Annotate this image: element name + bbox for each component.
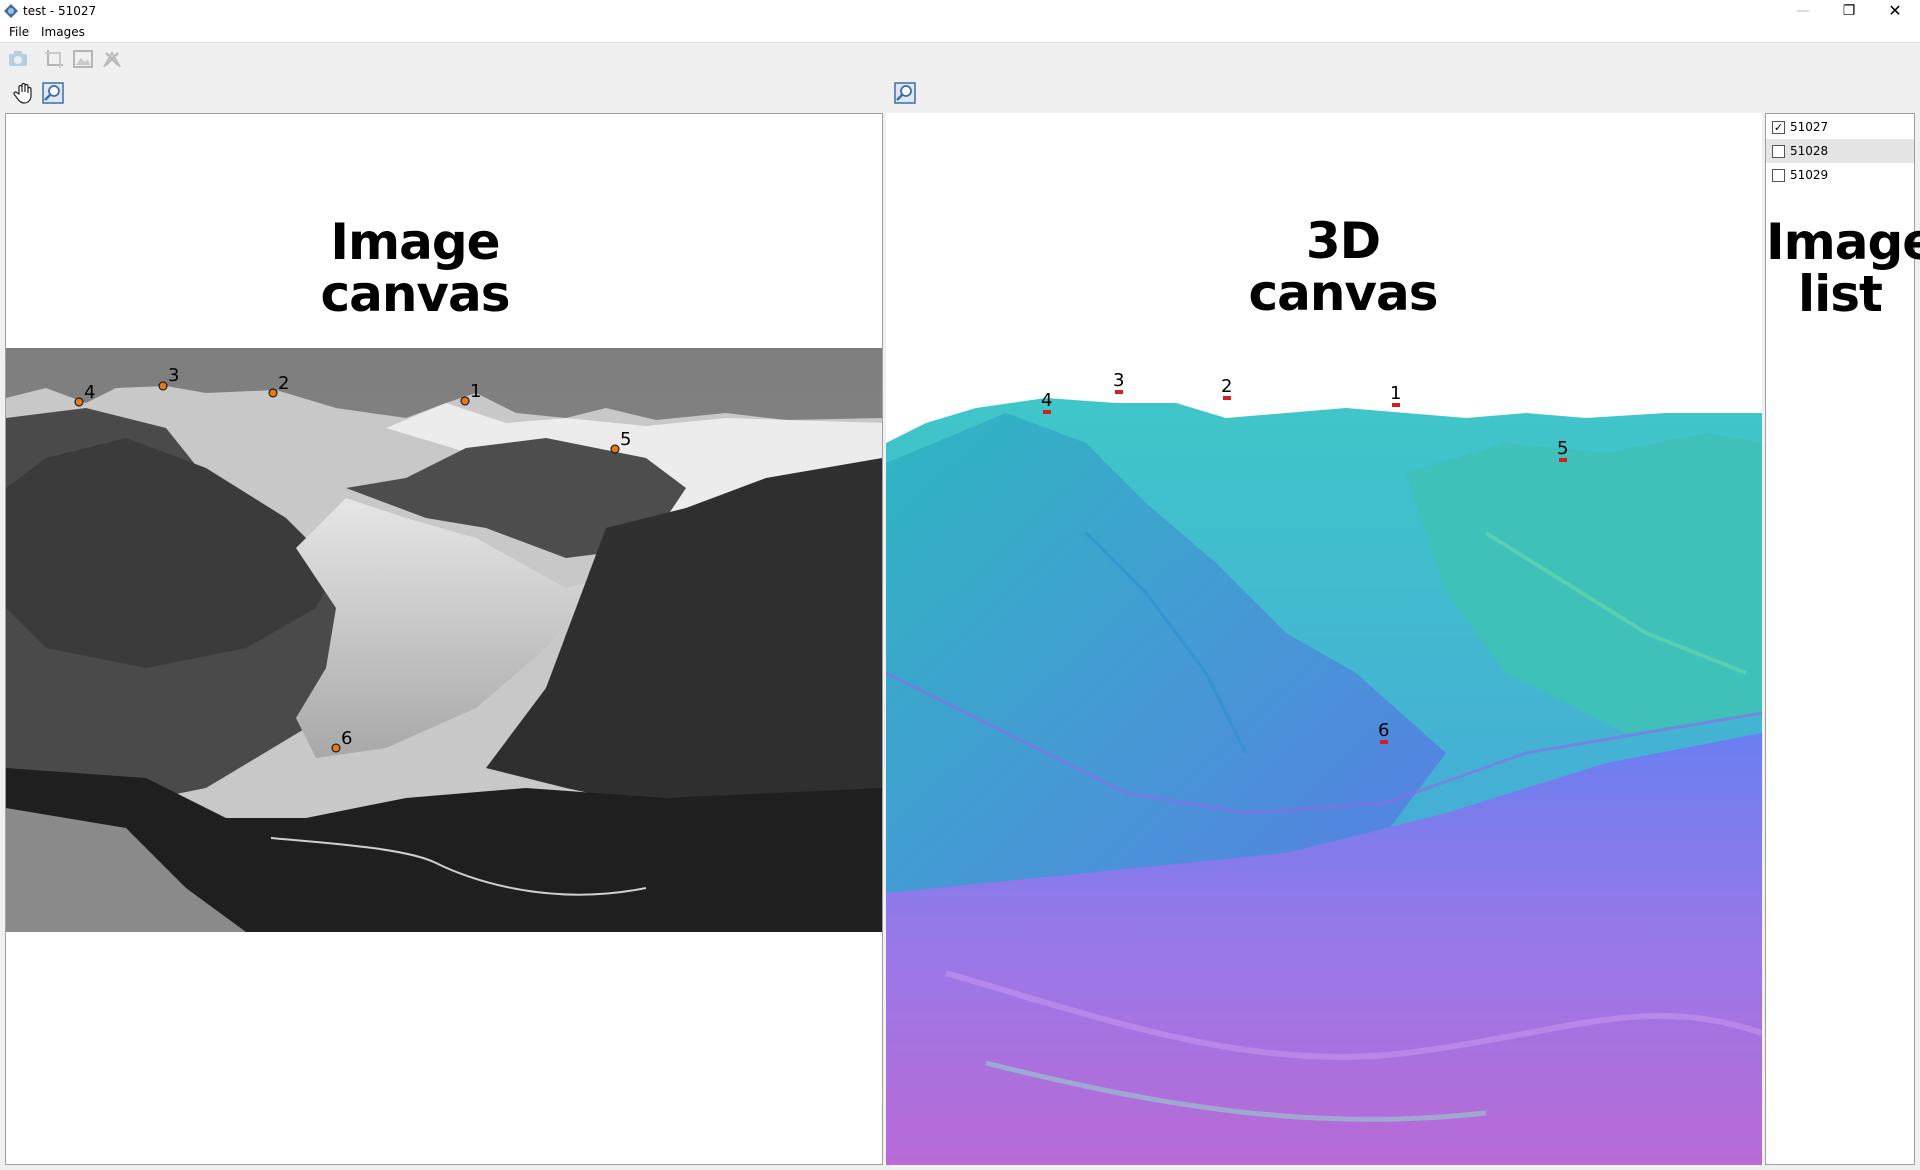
zoom-fit-3d-icon[interactable] bbox=[893, 81, 917, 105]
svg-text:1: 1 bbox=[470, 381, 481, 402]
grayscale-photo[interactable]: 1 2 3 4 5 6 bbox=[6, 348, 882, 932]
svg-text:5: 5 bbox=[620, 429, 631, 450]
checkbox-51027[interactable]: ✓ bbox=[1772, 121, 1785, 134]
marker-1[interactable]: 1 bbox=[460, 381, 481, 406]
image-list-title-line2: list bbox=[1798, 265, 1883, 323]
marker-5[interactable]: 5 bbox=[610, 429, 631, 454]
title-bar: test - 51027 — ❐ ✕ bbox=[0, 0, 1920, 22]
close-button[interactable]: ✕ bbox=[1872, 0, 1918, 22]
main-toolbar bbox=[0, 44, 200, 74]
3d-canvas-title: 3D canvas bbox=[1223, 215, 1463, 319]
3d-canvas-title-line1: 3D bbox=[1305, 212, 1381, 270]
list-item-51027[interactable]: ✓ 51027 bbox=[1766, 115, 1914, 139]
app-icon bbox=[4, 4, 18, 18]
list-item-label: 51028 bbox=[1790, 144, 1829, 158]
camera-icon[interactable] bbox=[6, 47, 30, 71]
marker-2[interactable]: 2 bbox=[268, 373, 289, 398]
checkbox-51029[interactable] bbox=[1772, 169, 1785, 182]
3d-canvas-title-line2: canvas bbox=[1248, 264, 1438, 322]
restore-button[interactable]: ❐ bbox=[1826, 0, 1872, 22]
list-item-label: 51029 bbox=[1790, 168, 1829, 182]
checkbox-51028[interactable] bbox=[1772, 145, 1785, 158]
marker-3d-3[interactable]: 3 bbox=[1113, 370, 1124, 394]
marker-3d-4[interactable]: 4 bbox=[1041, 390, 1052, 414]
menu-bar: File Images bbox=[0, 22, 1920, 43]
svg-text:5: 5 bbox=[1557, 438, 1568, 459]
svg-text:1: 1 bbox=[1390, 383, 1401, 404]
image-list-items: ✓ 51027 51028 51029 bbox=[1766, 114, 1914, 187]
svg-text:4: 4 bbox=[84, 382, 95, 403]
crop-icon[interactable] bbox=[42, 47, 66, 71]
menu-file[interactable]: File bbox=[9, 25, 29, 39]
svg-text:3: 3 bbox=[1113, 370, 1124, 391]
marker-3d-1[interactable]: 1 bbox=[1390, 383, 1401, 407]
list-item-label: 51027 bbox=[1790, 120, 1829, 134]
list-item-51029[interactable]: 51029 bbox=[1766, 163, 1914, 187]
list-item-51028[interactable]: 51028 bbox=[1766, 139, 1914, 163]
svg-text:2: 2 bbox=[278, 373, 289, 394]
zoom-fit-icon[interactable] bbox=[41, 81, 65, 105]
svg-text:3: 3 bbox=[168, 365, 179, 386]
marker-6[interactable]: 6 bbox=[331, 728, 352, 753]
marker-4[interactable]: 4 bbox=[74, 382, 95, 407]
menu-images[interactable]: Images bbox=[41, 25, 85, 39]
window-title: test - 51027 bbox=[23, 4, 97, 18]
marker-3d-6[interactable]: 6 bbox=[1378, 720, 1389, 744]
svg-text:2: 2 bbox=[1221, 376, 1232, 397]
marker-3[interactable]: 3 bbox=[158, 365, 179, 391]
image-canvas-title: Image canvas bbox=[295, 216, 535, 320]
image-canvas[interactable]: Image canvas 1 2 3 4 5 6 bbox=[5, 113, 883, 1165]
image-list-title: Image list bbox=[1766, 213, 1920, 323]
image-list: ✓ 51027 51028 51029 Image list bbox=[1765, 113, 1920, 1165]
svg-text:4: 4 bbox=[1041, 390, 1052, 411]
canvas-toolbar bbox=[0, 78, 1920, 108]
marker-3d-2[interactable]: 2 bbox=[1221, 376, 1232, 400]
minimize-button[interactable]: — bbox=[1780, 0, 1826, 22]
image-canvas-title-line2: canvas bbox=[320, 265, 510, 323]
image-list-title-line1: Image bbox=[1766, 213, 1920, 271]
hand-pan-icon[interactable] bbox=[12, 81, 36, 105]
remove-icon[interactable] bbox=[100, 47, 124, 71]
image-canvas-title-line1: Image bbox=[330, 213, 500, 271]
image-markers-layer: 1 2 3 4 5 6 bbox=[74, 365, 631, 753]
svg-text:6: 6 bbox=[341, 728, 352, 749]
svg-text:6: 6 bbox=[1378, 720, 1389, 741]
3d-canvas[interactable]: 1 2 3 4 5 6 3D canvas bbox=[886, 113, 1762, 1165]
marker-3d-5[interactable]: 5 bbox=[1557, 438, 1568, 462]
image-icon[interactable] bbox=[71, 47, 95, 71]
